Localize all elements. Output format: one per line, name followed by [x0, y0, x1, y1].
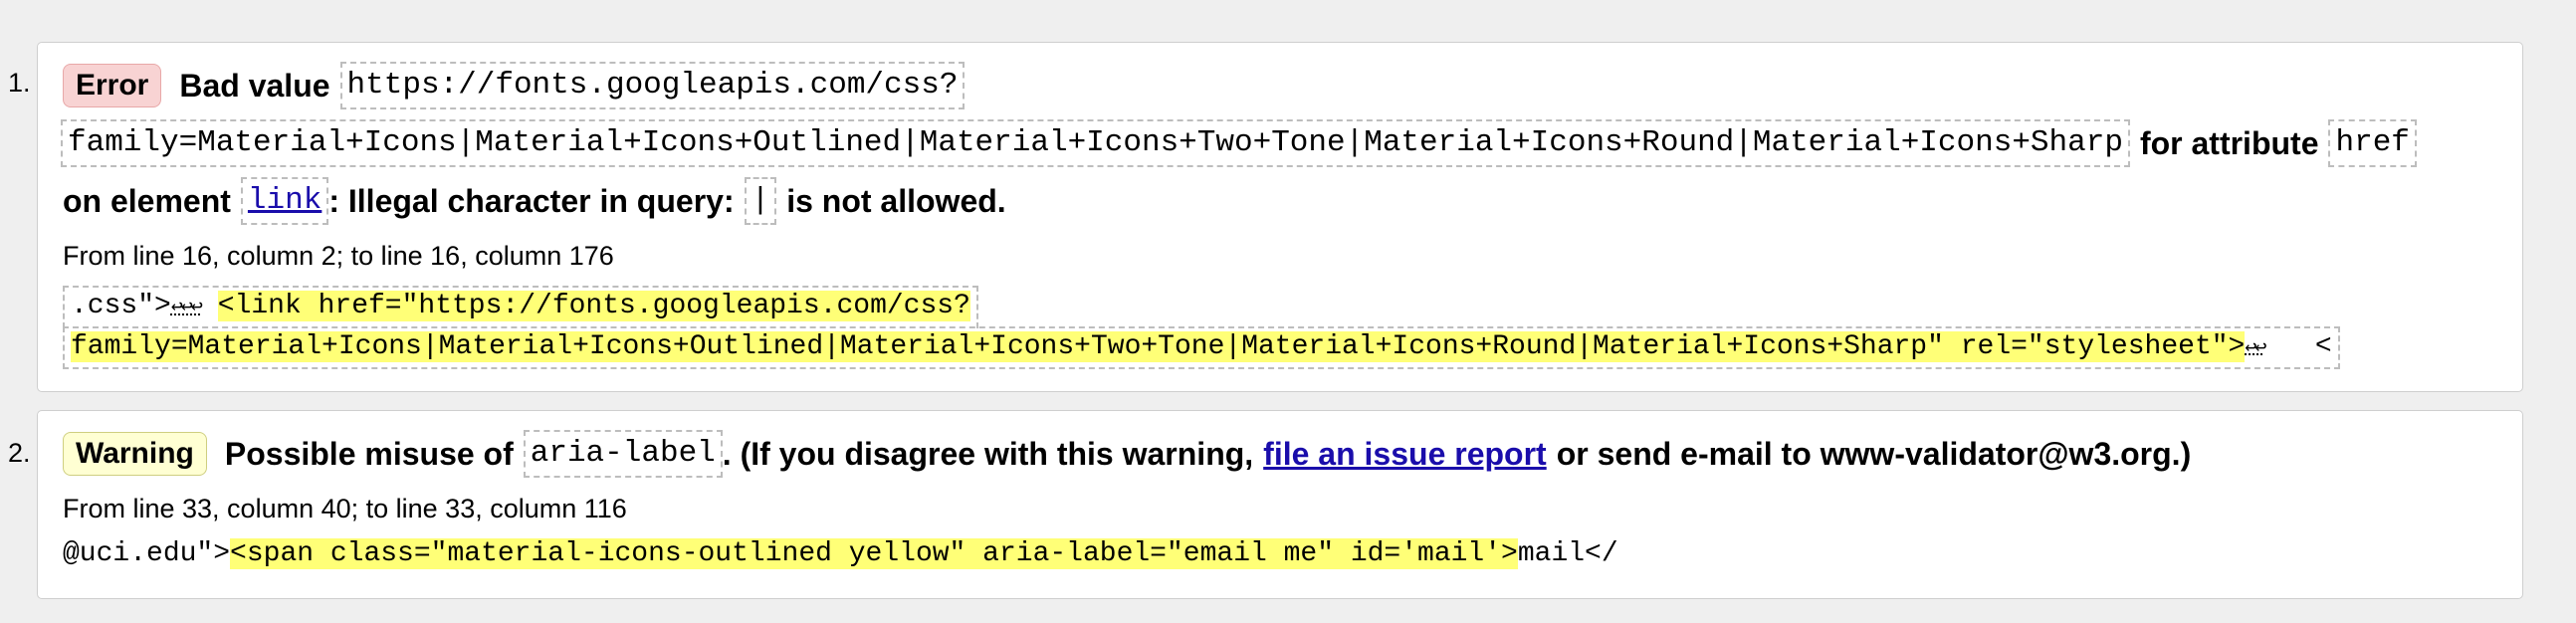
bad-value-url-part2: family=Material+Icons|Material+Icons+Out…: [61, 119, 2130, 167]
warning-location: From line 33, column 40; to line 33, col…: [63, 493, 627, 523]
illegal-character: |: [744, 177, 777, 225]
error-description: Error Bad value https://fonts.googleapis…: [63, 57, 2498, 114]
message-number: 2.: [8, 438, 31, 468]
error-description-line3: on element link : Illegal character in q…: [63, 172, 2498, 230]
file-issue-report-link[interactable]: file an issue report: [1263, 436, 1547, 473]
attribute-name: href: [2328, 119, 2417, 167]
warning-middle-text: . (If you disagree with this warning,: [722, 435, 1254, 472]
possible-misuse-text: Possible misuse of: [224, 435, 514, 472]
extract-after: mail</: [1517, 538, 1618, 569]
error-location: From line 16, column 2; to line 16, colu…: [63, 240, 614, 271]
not-allowed-text: is not allowed.: [786, 182, 1006, 219]
bad-value-url-part1: https://fonts.googleapis.com/css?: [339, 62, 966, 109]
warning-extract: @uci.edu"><span class="material-icons-ou…: [63, 538, 2498, 569]
extract-highlight: <span class="material-icons-outlined yel…: [230, 538, 1518, 569]
error-extract: .css">↩↩↩ <link href="https://fonts.goog…: [63, 286, 2498, 369]
warning-message-card: Warning Possible misuse of aria-label . …: [37, 410, 2523, 599]
line-break-markers-2: ↩↩: [2245, 336, 2266, 360]
illegal-character-text: : Illegal character in query:: [328, 182, 735, 219]
extract-before: @uci.edu">: [63, 538, 231, 569]
attribute-name: aria-label: [523, 430, 723, 478]
extract-highlight-2: family=Material+Icons|Material+Icons+Out…: [71, 330, 2246, 362]
extract-highlight-1: <link href="https://fonts.googleapis.com…: [217, 291, 970, 321]
element-name-link[interactable]: link: [240, 177, 329, 225]
error-message-card: Error Bad value https://fonts.googleapis…: [37, 42, 2523, 392]
error-description-line2: family=Material+Icons|Material+Icons+Out…: [61, 114, 2498, 172]
message-number: 1.: [8, 68, 31, 98]
bad-value-text: Bad value: [179, 67, 330, 104]
on-element-text: on element: [63, 182, 231, 219]
warning-description: Warning Possible misuse of aria-label . …: [63, 425, 2498, 483]
warning-badge: Warning: [63, 432, 207, 476]
for-attribute-text: for attribute: [2139, 124, 2319, 161]
line-break-markers: ↩↩↩: [170, 297, 203, 319]
warning-suffix-text: or send e-mail to www-validator@w3.org.): [1556, 435, 2192, 472]
extract-before: .css">: [71, 291, 171, 321]
extract-after: <: [2314, 330, 2332, 362]
error-badge: Error: [63, 64, 162, 107]
